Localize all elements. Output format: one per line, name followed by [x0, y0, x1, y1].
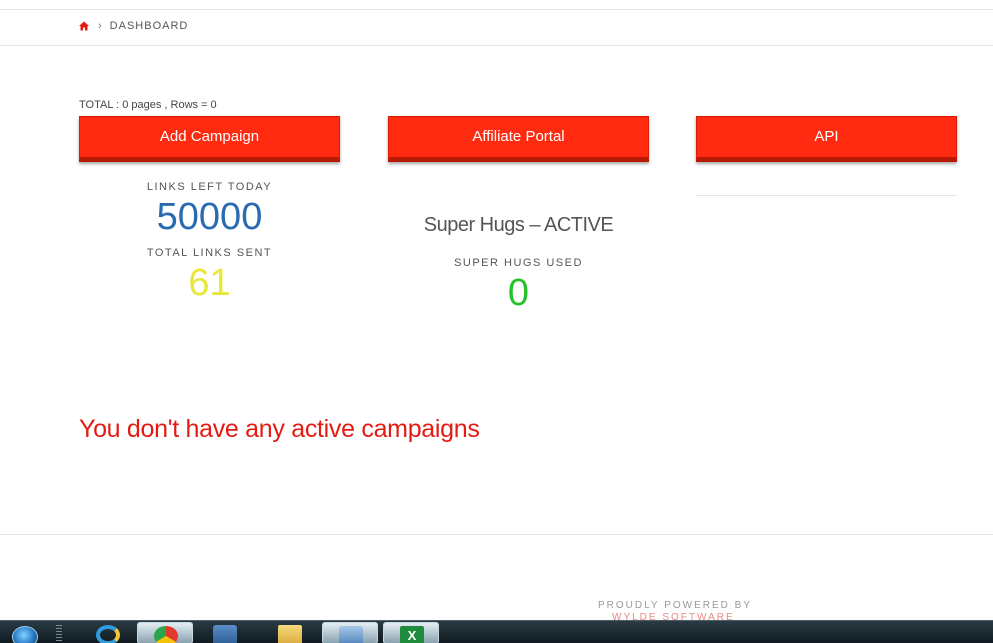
network-icon [339, 626, 363, 643]
affiliate-portal-button[interactable]: Affiliate Portal [388, 116, 649, 162]
taskbar-chrome[interactable] [137, 622, 193, 643]
start-button[interactable] [4, 623, 44, 643]
folder-icon [278, 625, 302, 643]
super-hugs-used-value: 0 [507, 272, 530, 314]
breadcrumb-bar: › DASHBOARD [0, 10, 993, 46]
taskbar-excel[interactable]: X [383, 622, 439, 643]
home-icon[interactable] [79, 21, 89, 31]
links-stats: LINKS LEFT TODAY 50000 TOTAL LINKS SENT … [79, 181, 340, 305]
media-player-icon [213, 625, 237, 643]
total-links-sent-value: 61 [188, 262, 231, 304]
windows-taskbar: X [0, 620, 993, 643]
breadcrumb: › DASHBOARD [79, 20, 188, 32]
taskbar-grip[interactable] [56, 625, 62, 641]
taskbar-network[interactable] [322, 622, 378, 643]
taskbar-media-player[interactable] [197, 622, 253, 643]
super-hugs-used-label: SUPER HUGS USED [454, 257, 583, 269]
chrome-icon [154, 626, 178, 643]
no-campaigns-message: You don't have any active campaigns [79, 415, 480, 443]
breadcrumb-current: DASHBOARD [109, 20, 189, 32]
links-left-value: 50000 [156, 196, 263, 238]
pagination-total: TOTAL : 0 pages , Rows = 0 [79, 99, 217, 111]
total-links-sent-label: TOTAL LINKS SENT [146, 247, 273, 259]
api-button[interactable]: API [696, 116, 957, 162]
links-left-label: LINKS LEFT TODAY [146, 181, 273, 193]
super-hugs-stats: Super Hugs – ACTIVE SUPER HUGS USED 0 [388, 214, 649, 315]
taskbar-ie[interactable] [80, 622, 136, 643]
api-divider [696, 195, 957, 196]
super-hugs-status: Super Hugs – ACTIVE [423, 214, 614, 236]
footer-divider [0, 534, 993, 535]
windows-start-icon [12, 626, 38, 643]
internet-explorer-icon [96, 625, 120, 643]
add-campaign-button[interactable]: Add Campaign [79, 116, 340, 162]
breadcrumb-separator: › [98, 20, 103, 32]
powered-by-text: PROUDLY POWERED BY [598, 600, 752, 611]
excel-icon: X [400, 626, 424, 643]
taskbar-explorer[interactable] [262, 622, 318, 643]
